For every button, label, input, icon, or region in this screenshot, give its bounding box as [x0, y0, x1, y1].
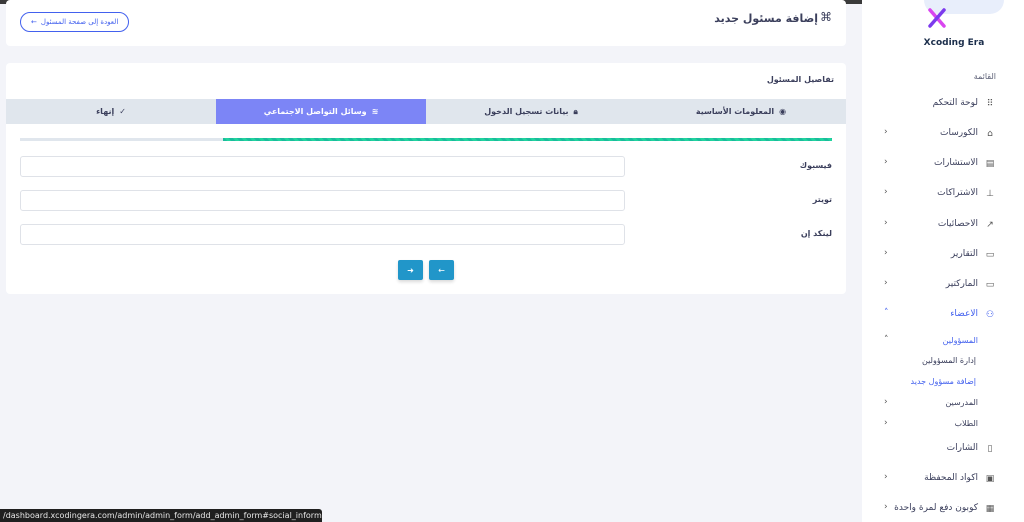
sidebar-item-wallet-codes[interactable]: ▣ اكواد المحفظة ‹ [862, 468, 1024, 490]
back-to-admins-button[interactable]: العودة إلى صفحة المسئول ← [20, 12, 130, 32]
chevron-icon: ‹ [884, 397, 888, 407]
chevron-up-icon: ˄ [884, 308, 889, 318]
sidebar-item-members[interactable]: ⚇ الاعضاء ˄ [862, 304, 1024, 326]
admin-details-card: تفاصيل المسئول ◉ المعلومات الأساسية 🔒︎ ب… [6, 63, 846, 294]
sidebar-item-label: الاحصائيات [937, 219, 978, 229]
sidebar-sub-manage-admins[interactable]: إدارة المسؤولين [862, 353, 1024, 369]
sidebar-item-label: الاعضاء [950, 309, 978, 319]
page-title: إضافة مسئول جديد [714, 12, 818, 25]
arrow-right-icon: ➜ [407, 265, 414, 275]
back-button-label: العودة إلى صفحة المسئول [40, 18, 119, 26]
sidebar-sub-admins[interactable]: المسؤولين ˄ [862, 333, 1024, 349]
xcoding-logo-icon[interactable] [927, 8, 947, 28]
sidebar-item-label: الاستشارات [934, 158, 978, 168]
wifi-icon: ≋ [371, 107, 379, 116]
lock-icon: 🔒︎ [573, 106, 578, 116]
step-login-data[interactable]: 🔒︎ بيانات تسجيل الدخول [426, 99, 636, 124]
chevron-icon: ‹ [884, 157, 888, 167]
twitter-row: تويتر [6, 190, 846, 212]
linkedin-label: لينكد إن [800, 229, 832, 238]
sidebar-item-label: كوبون دفع لمرة واحدة [894, 503, 978, 513]
linkedin-row: لينكد إن [6, 224, 846, 246]
sidebar-item-courses[interactable]: ⌂ الكورسات ‹ [862, 123, 1024, 145]
sitemap-icon: ⊥ [986, 189, 994, 199]
chevron-icon: ‹ [884, 472, 888, 482]
sidebar-item-dashboard[interactable]: ⠿ لوحة التحكم [862, 93, 1024, 115]
check-circle-icon: ✓ [119, 107, 126, 116]
command-icon: ⌘ [820, 10, 832, 24]
cube-icon: ⌂ [987, 129, 993, 139]
previous-button[interactable]: ← [429, 260, 454, 280]
sidebar-item-label: التقارير [950, 249, 978, 259]
facebook-row: فيسبوك [6, 156, 846, 178]
facebook-label: فيسبوك [799, 161, 832, 170]
brand-name: Xcoding Era [923, 38, 985, 48]
wizard-steps: ◉ المعلومات الأساسية 🔒︎ بيانات تسجيل الد… [6, 99, 846, 124]
sidebar-item-label: الشارات [946, 443, 978, 453]
wallet-icon: ▣ [985, 474, 995, 484]
sidebar-item-one-time-coupon[interactable]: ▦ كوبون دفع لمرة واحدة ‹ [862, 498, 1024, 520]
page-header: ⌘ إضافة مسئول جديد العودة إلى صفحة المسئ… [6, 0, 846, 46]
chevron-icon: ‹ [884, 278, 888, 288]
chevron-icon: ‹ [884, 248, 888, 258]
wizard-nav-buttons: ➜ ← [398, 260, 454, 280]
sidebar-sub-students[interactable]: الطلاب ‹ [862, 416, 1024, 432]
next-button[interactable]: ➜ [398, 260, 423, 280]
arrow-left-icon: ← [438, 265, 445, 275]
facebook-input[interactable] [20, 156, 625, 177]
step-label: إنهاء [96, 107, 115, 116]
section-title: تفاصيل المسئول [766, 75, 834, 84]
arrow-left-icon: ← [31, 18, 37, 26]
sidebar-sub-label: المدرسين [945, 398, 978, 407]
sidebar-item-marketers[interactable]: ▭ الماركتير ‹ [862, 274, 1024, 296]
bookmark-icon: ▯ [987, 444, 993, 454]
twitter-input[interactable] [20, 190, 625, 211]
file-icon: ▤ [985, 159, 995, 169]
sidebar-sub-teachers[interactable]: المدرسين ‹ [862, 395, 1024, 411]
chevron-icon: ‹ [884, 187, 888, 197]
archive-icon: ▭ [985, 280, 995, 290]
sidebar-sub-label: إضافة مسؤول جديد [910, 377, 976, 386]
wizard-progress-bar [20, 138, 832, 141]
step-label: المعلومات الأساسية [695, 107, 775, 116]
sidebar-item-label: لوحة التحكم [932, 98, 978, 108]
sidebar-sub-add-admin[interactable]: إضافة مسؤول جديد [862, 374, 1024, 390]
browser-status-url: /dashboard.xcodingera.com/admin/admin_fo… [0, 509, 322, 522]
sidebar-sub-label: الطلاب [954, 419, 978, 428]
step-basic-info[interactable]: ◉ المعلومات الأساسية [636, 99, 846, 124]
sidebar-sub-label: المسؤولين [942, 336, 978, 345]
twitter-label: تويتر [812, 195, 832, 204]
step-social-media[interactable]: ≋ وسائل التواصل الاجتماعي [216, 99, 426, 124]
users-icon: ⚇ [985, 310, 995, 320]
sidebar-item-reports[interactable]: ▭ التقارير ‹ [862, 244, 1024, 266]
sidebar: Xcoding Era القائمة ⠿ لوحة التحكم ⌂ الكو… [862, 0, 1024, 522]
chevron-icon: ‹ [884, 218, 888, 228]
chevron-icon: ‹ [884, 127, 888, 137]
step-label: بيانات تسجيل الدخول [484, 107, 569, 116]
chevron-icon: ‹ [884, 502, 888, 512]
chevron-up-icon: ˄ [884, 335, 889, 345]
sidebar-item-label: الاشتراكات [937, 188, 978, 198]
archive-icon: ▭ [985, 250, 995, 260]
trend-icon: ↗ [986, 220, 994, 230]
coupon-icon: ▦ [985, 504, 995, 514]
step-label: وسائل التواصل الاجتماعي [263, 107, 367, 116]
sidebar-item-label: الماركتير [945, 279, 978, 289]
sidebar-item-label: اكواد المحفظة [924, 473, 978, 483]
linkedin-input[interactable] [20, 224, 625, 245]
sidebar-item-statistics[interactable]: ↗ الاحصائيات ‹ [862, 214, 1024, 236]
sidebar-item-consultations[interactable]: ▤ الاستشارات ‹ [862, 153, 1024, 175]
info-icon: ◉ [779, 107, 787, 116]
wizard-progress-fill [223, 138, 832, 141]
sidebar-item-label: الكورسات [940, 128, 978, 138]
grid-icon: ⠿ [986, 99, 994, 109]
sidebar-item-badges[interactable]: ▯ الشارات [862, 438, 1024, 460]
sidebar-item-subscriptions[interactable]: ⊥ الاشتراكات ‹ [862, 183, 1024, 205]
menu-heading: القائمة [973, 72, 996, 81]
sidebar-sub-label: إدارة المسؤولين [922, 356, 976, 365]
step-finish[interactable]: ✓ إنهاء [6, 99, 216, 124]
chevron-icon: ‹ [884, 418, 888, 428]
